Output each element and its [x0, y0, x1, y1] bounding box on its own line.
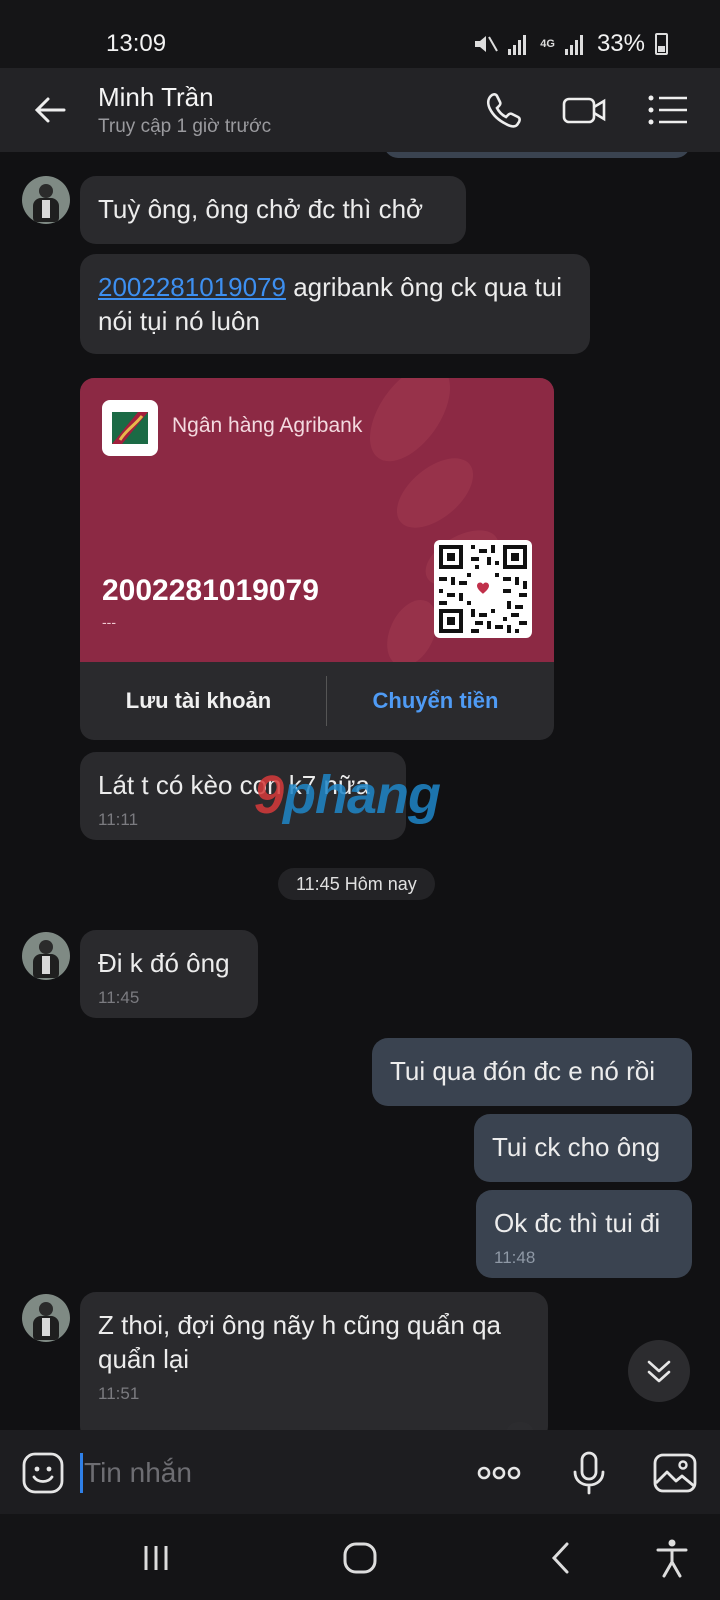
message-bubble-outgoing[interactable]: Ok đc thì tui đi 11:48: [476, 1190, 692, 1278]
date-separator: 11:45 Hôm nay: [278, 868, 435, 900]
battery-icon: [655, 33, 668, 55]
mute-icon: [475, 36, 499, 52]
phone-call-icon[interactable]: [482, 88, 526, 132]
message-time: 11:11: [98, 810, 139, 829]
account-number: 2002281019079: [102, 574, 319, 607]
qr-code-icon: [439, 545, 527, 633]
recent-apps-icon[interactable]: [134, 1536, 178, 1580]
message-input[interactable]: Tin nhắn: [84, 1453, 192, 1493]
status-bar: 13:09 4G 33%: [0, 0, 720, 68]
message-composer: Tin nhắn: [0, 1430, 720, 1514]
message-text: Tui ck cho ông: [492, 1132, 661, 1162]
sticker-emoji-icon[interactable]: [20, 1450, 66, 1496]
bank-name: Ngân hàng Agribank: [172, 414, 363, 437]
contact-avatar[interactable]: [22, 1294, 70, 1342]
scroll-to-bottom-button[interactable]: [628, 1340, 690, 1402]
message-list[interactable]: Tuỳ ông, ông chở đc thì chở 200228101907…: [0, 152, 720, 1430]
more-options-icon[interactable]: [476, 1450, 522, 1496]
transfer-money-button[interactable]: Chuyển tiền: [317, 662, 554, 740]
contact-avatar[interactable]: [22, 176, 70, 224]
chat-header: Minh Trần Truy cập 1 giờ trước: [0, 68, 720, 152]
video-call-icon[interactable]: [562, 88, 606, 132]
double-chevron-down-icon: [647, 1360, 671, 1383]
message-bubble-incoming[interactable]: Đi k đó ông 11:45: [80, 930, 258, 1018]
message-bubble-outgoing[interactable]: Tui qua đón đc e nó rồi: [372, 1038, 692, 1106]
save-account-button[interactable]: Lưu tài khoản: [80, 662, 317, 740]
back-arrow-icon[interactable]: [30, 90, 70, 130]
battery-percent: 33%: [596, 30, 645, 57]
bank-account-card[interactable]: Ngân hàng Agribank 2002281019079 --- Lưu…: [80, 378, 554, 740]
message-bubble-incoming[interactable]: Lát t có kèo con k7 nữa 11:11: [80, 752, 406, 840]
text-cursor: [80, 1453, 83, 1493]
signal-icon: [508, 33, 530, 55]
message-time: 11:48: [494, 1248, 536, 1267]
message-text: Tuỳ ông, ông chở đc thì chở: [98, 194, 424, 224]
accessibility-icon[interactable]: [650, 1536, 694, 1580]
contact-avatar[interactable]: [22, 932, 70, 980]
message-bubble-incoming[interactable]: 2002281019079 agribank ông ck qua tui nó…: [80, 254, 590, 354]
message-text: Tui qua đón đc e nó rồi: [390, 1056, 655, 1086]
network-type-label: 4G: [540, 37, 555, 50]
bank-card-actions: Lưu tài khoản Chuyển tiền: [80, 662, 554, 740]
account-number-link[interactable]: 2002281019079: [98, 272, 286, 302]
previous-message-fragment: [384, 152, 690, 158]
bank-card-body: Ngân hàng Agribank 2002281019079 ---: [80, 378, 554, 662]
status-icons: 4G 33%: [472, 30, 668, 58]
qr-code[interactable]: [434, 540, 532, 638]
menu-list-icon[interactable]: [646, 88, 690, 132]
message-bubble-outgoing[interactable]: Tui ck cho ông: [474, 1114, 692, 1182]
status-time: 13:09: [106, 30, 167, 57]
message-text: Lát t có kèo con k7 nữa: [98, 770, 370, 800]
back-nav-icon[interactable]: [540, 1536, 584, 1580]
message-text: Ok đc thì tui đi: [494, 1208, 661, 1238]
microphone-icon[interactable]: [566, 1450, 612, 1496]
signal-icon-2: [564, 33, 587, 55]
account-holder: ---: [102, 614, 116, 630]
last-seen-status: Truy cập 1 giờ trước: [98, 116, 272, 137]
message-text: Z thoi, đợi ông nãy h cũng quẩn qa quẩn …: [98, 1310, 501, 1374]
message-bubble-incoming[interactable]: Z thoi, đợi ông nãy h cũng quẩn qa quẩn …: [80, 1292, 548, 1430]
message-time: 11:51: [98, 1384, 140, 1403]
message-text: Đi k đó ông: [98, 948, 230, 978]
contact-name[interactable]: Minh Trần: [98, 82, 214, 113]
home-icon[interactable]: [338, 1536, 382, 1580]
message-time: 11:45: [98, 988, 140, 1007]
message-bubble-incoming[interactable]: Tuỳ ông, ông chở đc thì chở: [80, 176, 466, 244]
system-navigation-bar: [0, 1514, 720, 1600]
image-gallery-icon[interactable]: [652, 1450, 698, 1496]
agribank-logo: [102, 400, 158, 456]
